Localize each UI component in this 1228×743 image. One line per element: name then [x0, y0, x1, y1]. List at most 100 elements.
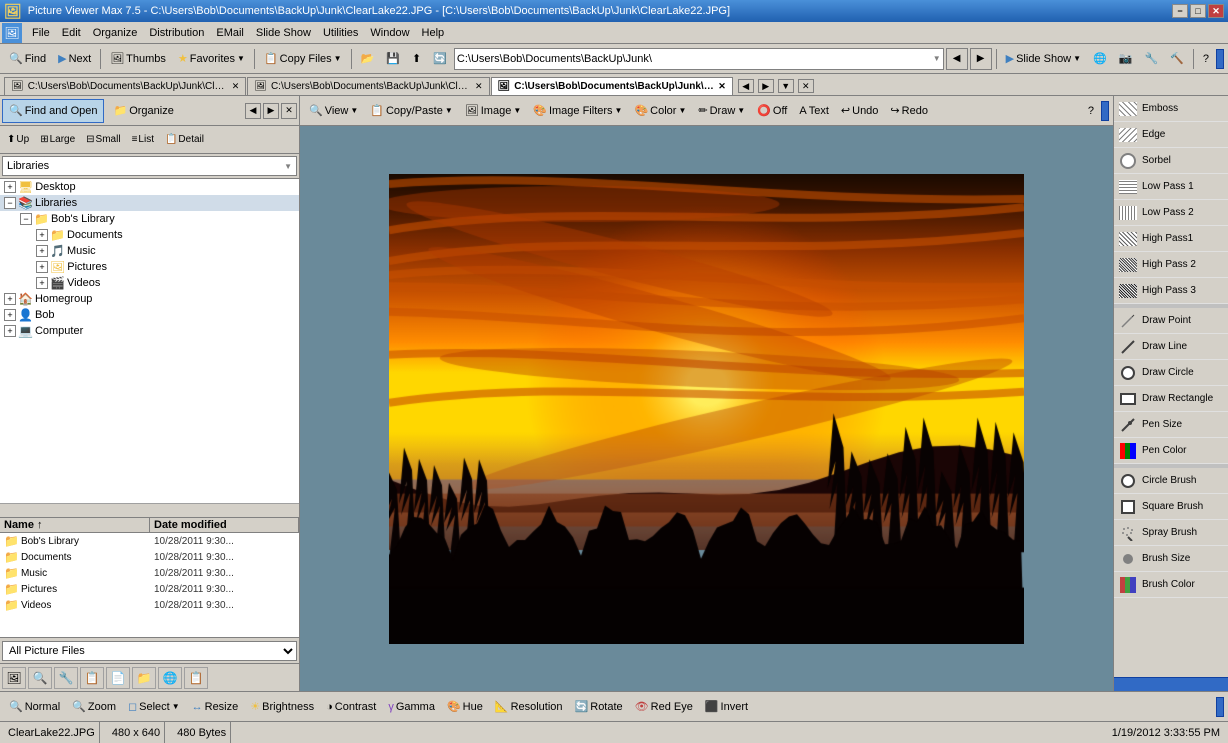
menu-edit[interactable]: Edit [56, 25, 87, 41]
expand-computer[interactable]: + [4, 325, 16, 337]
tree-item-desktop[interactable]: + 🖥 Desktop [0, 179, 299, 195]
expand-desktop[interactable]: + [4, 181, 16, 193]
find-open-button[interactable]: 🔍 Find and Open [2, 99, 104, 123]
web-button[interactable]: 🌐 [1088, 47, 1112, 71]
bt-resolution[interactable]: 📐 Resolution [490, 695, 568, 719]
tab-1[interactable]: 🖼 C:\Users\Bob\Documents\BackUp\Junk\Cle… [247, 77, 489, 95]
tree-hscroll[interactable] [0, 503, 299, 517]
rp-lowpass2[interactable]: Low Pass 2 [1114, 200, 1228, 226]
lb-btn-7[interactable]: 📋 [184, 667, 208, 689]
view-button[interactable]: 🔍 View ▼ [304, 99, 363, 123]
tab-close-2[interactable]: ✕ [718, 81, 726, 92]
menu-distribution[interactable]: Distribution [143, 25, 210, 41]
undo-button[interactable]: ↩ Undo [836, 99, 884, 123]
nav-refresh-button[interactable]: 🔄 [428, 47, 452, 71]
col-date[interactable]: Date modified [150, 518, 299, 532]
file-row-0[interactable]: 📁Bob's Library 10/28/2011 9:30... [0, 533, 299, 549]
tab-2[interactable]: 🖼 C:\Users\Bob\Documents\BackUp\Junk\Cle… [491, 77, 733, 95]
rp-emboss[interactable]: Emboss [1114, 96, 1228, 122]
bt-gamma[interactable]: γ Gamma [383, 695, 440, 719]
file-row-2[interactable]: 📁Music 10/28/2011 9:30... [0, 565, 299, 581]
tree-item-libraries[interactable]: − 📚 Libraries [0, 195, 299, 211]
image-button[interactable]: 🖼 Image ▼ [460, 99, 526, 123]
bt-rotate[interactable]: 🔄 Rotate [570, 695, 628, 719]
rp-circle-brush[interactable]: Circle Brush [1114, 468, 1228, 494]
next-button[interactable]: ▶ Next [53, 47, 96, 71]
image-filters-button[interactable]: 🎨 Image Filters ▼ [528, 99, 627, 123]
bt-brightness[interactable]: ☀ Brightness [245, 695, 319, 719]
help-img-button[interactable]: ? [1083, 99, 1099, 123]
find-button[interactable]: 🔍 Find [4, 47, 51, 71]
path-go-fwd[interactable]: ▶ [970, 48, 992, 70]
rp-brush-color[interactable]: Brush Color [1114, 572, 1228, 598]
panel-close[interactable]: ✕ [281, 103, 297, 119]
tool2-button[interactable]: 🔨 [1165, 47, 1189, 71]
tree-item-documents[interactable]: + 📁 Documents [0, 227, 299, 243]
close-button[interactable]: ✕ [1208, 4, 1224, 18]
rp-spray-brush[interactable]: Spray Brush [1114, 520, 1228, 546]
nav-fwd-button[interactable]: 💾 [381, 47, 405, 71]
tree-dropdown[interactable]: Libraries ▼ [2, 156, 297, 176]
file-row-1[interactable]: 📁Documents 10/28/2011 9:30... [0, 549, 299, 565]
thumbs-button[interactable]: 🖼 Thumbs [105, 47, 171, 71]
bt-contrast[interactable]: ◑ Contrast [321, 695, 381, 719]
rp-highpass1[interactable]: High Pass1 [1114, 226, 1228, 252]
menu-file[interactable]: File [26, 25, 56, 41]
menu-window[interactable]: Window [364, 25, 415, 41]
tab-close-1[interactable]: ✕ [475, 81, 483, 92]
file-row-3[interactable]: 📁Pictures 10/28/2011 9:30... [0, 581, 299, 597]
menu-utilities[interactable]: Utilities [317, 25, 364, 41]
rp-draw-point[interactable]: Draw Point [1114, 308, 1228, 334]
bottom-toggle[interactable] [1216, 697, 1224, 717]
tree-item-bob[interactable]: + 👤 Bob [0, 307, 299, 323]
lb-btn-2[interactable]: 🔧 [54, 667, 78, 689]
tree-item-music[interactable]: + 🎵 Music [0, 243, 299, 259]
bt-red-eye[interactable]: 👁 Red Eye [630, 695, 698, 719]
rp-pen-size[interactable]: Pen Size [1114, 412, 1228, 438]
toggle-button[interactable] [1216, 49, 1224, 69]
path-go-back[interactable]: ◀ [946, 48, 968, 70]
filter-dropdown[interactable]: All Picture Files [2, 641, 297, 661]
tab-scroll-left[interactable]: ◀ [738, 79, 754, 93]
path-combo[interactable]: C:\Users\Bob\Documents\BackUp\Junk\ ▼ [454, 48, 944, 70]
lb-btn-0[interactable]: 🖼 [2, 667, 26, 689]
rp-sorbel[interactable]: Sorbel [1114, 148, 1228, 174]
expand-documents[interactable]: + [36, 229, 48, 241]
slideshow-button[interactable]: ▶ Slide Show ▼ [1001, 47, 1086, 71]
bt-resize[interactable]: ↔ Resize [187, 695, 244, 719]
menu-slideshow[interactable]: Slide Show [250, 25, 317, 41]
rp-draw-rectangle[interactable]: Draw Rectangle [1114, 386, 1228, 412]
tab-close-0[interactable]: ✕ [232, 81, 240, 92]
expand-homegroup[interactable]: + [4, 293, 16, 305]
camera-button[interactable]: 📷 [1114, 47, 1138, 71]
bt-hue[interactable]: 🎨 Hue [442, 695, 488, 719]
rp-highpass2[interactable]: High Pass 2 [1114, 252, 1228, 278]
bt-invert[interactable]: ⬛ Invert [700, 695, 753, 719]
help-tb-button[interactable]: ? [1198, 47, 1214, 71]
panel-nav-fwd[interactable]: ▶ [263, 103, 279, 119]
rp-lowpass1[interactable]: Low Pass 1 [1114, 174, 1228, 200]
tab-0[interactable]: 🖼 C:\Users\Bob\Documents\BackUp\Junk\Cle… [4, 77, 246, 95]
copy-files-button[interactable]: 📋 Copy Files ▼ [259, 47, 347, 71]
bt-normal[interactable]: 🔍 Normal [4, 695, 65, 719]
lb-btn-4[interactable]: 📄 [106, 667, 130, 689]
panel-nav-back[interactable]: ◀ [245, 103, 261, 119]
off-button[interactable]: ⭕ Off [752, 99, 792, 123]
img-toggle[interactable] [1101, 101, 1109, 121]
rp-draw-circle[interactable]: Draw Circle [1114, 360, 1228, 386]
minimize-button[interactable]: − [1172, 4, 1188, 18]
tab-scroll-right[interactable]: ▶ [758, 79, 774, 93]
file-row-4[interactable]: 📁Videos 10/28/2011 9:30... [0, 597, 299, 613]
expand-bobs-library[interactable]: − [20, 213, 32, 225]
redo-button[interactable]: ↪ Redo [885, 99, 933, 123]
rp-pen-color[interactable]: Pen Color [1114, 438, 1228, 464]
file-list-area[interactable]: Name ↑ Date modified 📁Bob's Library 10/2… [0, 517, 299, 637]
tree-area[interactable]: + 🖥 Desktop − 📚 Libraries − 📁 Bob's Libr… [0, 179, 299, 503]
expand-libraries[interactable]: − [4, 197, 16, 209]
menu-help[interactable]: Help [416, 25, 451, 41]
rp-brush-size[interactable]: Brush Size [1114, 546, 1228, 572]
maximize-button[interactable]: □ [1190, 4, 1206, 18]
nav-large-btn[interactable]: ⊞ Large [35, 129, 80, 151]
lb-btn-5[interactable]: 📁 [132, 667, 156, 689]
lb-btn-6[interactable]: 🌐 [158, 667, 182, 689]
